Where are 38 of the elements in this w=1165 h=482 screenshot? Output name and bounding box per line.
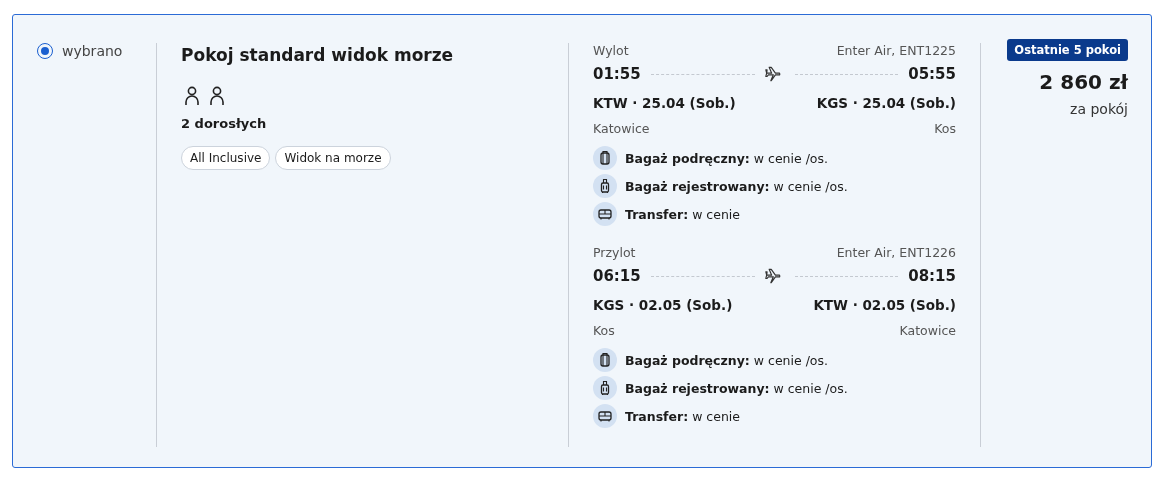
arrival-city: Katowice (899, 323, 956, 338)
price: 2 860 zł (1039, 70, 1128, 94)
service-info: Transfer: w cenie (625, 206, 740, 222)
room-title: Pokoj standard widok morze (181, 45, 455, 65)
person-icon (209, 86, 225, 106)
carrier-label: Enter Air, ENT1225 (836, 43, 956, 58)
luggage-icon (593, 174, 617, 198)
service-info: Bagaż rejestrowany: w cenie /os. (625, 178, 848, 194)
bus-icon (593, 404, 617, 428)
flight-label: Przylot (593, 245, 636, 260)
radio-label: wybrano (62, 43, 123, 59)
arrival-airport: KGS · 25.04 (Sob.) (816, 95, 956, 111)
feature-tag: All Inclusive (181, 146, 271, 170)
service-info: Bagaż rejestrowany: w cenie /os. (625, 380, 848, 396)
arrival-time: 05:55 (908, 65, 956, 83)
departure-time: 01:55 (593, 65, 641, 83)
carrier-label: Enter Air, ENT1226 (836, 245, 956, 260)
arrival-airport: KTW · 02.05 (Sob.) (813, 297, 956, 313)
flight-label: Wylot (593, 43, 629, 58)
feature-tag: Widok na morze (275, 146, 391, 170)
luggage-icon (593, 376, 617, 400)
suitcase-icon (593, 146, 617, 170)
departure-time: 06:15 (593, 267, 641, 285)
guests-count: 2 dorosłych (181, 116, 268, 131)
person-icon (184, 86, 200, 106)
departure-city: Kos (593, 323, 615, 338)
departure-airport: KGS · 02.05 (Sob.) (593, 297, 733, 313)
departure-city: Katowice (593, 121, 650, 136)
suitcase-icon (593, 348, 617, 372)
arrival-city: Kos (934, 121, 956, 136)
service-info: Bagaż podręczny: w cenie /os. (625, 150, 828, 166)
service-info: Bagaż podręczny: w cenie /os. (625, 352, 828, 368)
price-unit: za pokój (1070, 101, 1128, 117)
availability-badge: Ostatnie 5 pokoi (1007, 39, 1128, 61)
arrival-time: 08:15 (908, 267, 956, 285)
service-info: Transfer: w cenie (625, 408, 740, 424)
bus-icon (593, 202, 617, 226)
departure-airport: KTW · 25.04 (Sob.) (593, 95, 736, 111)
